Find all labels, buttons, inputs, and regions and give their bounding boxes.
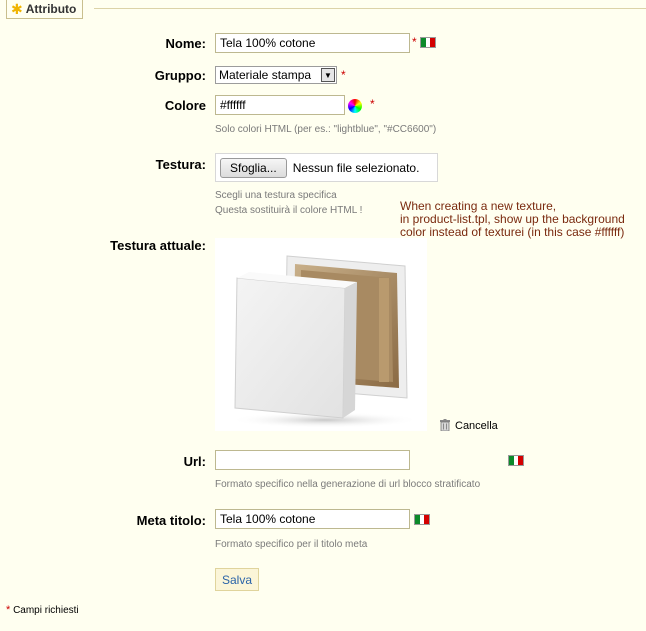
- italian-flag-icon[interactable]: [508, 455, 524, 466]
- annotation-line-3: color instead of texturei (in this case …: [400, 225, 625, 239]
- url-hint: Formato specifico nella generazione di u…: [215, 479, 481, 490]
- testura-hint-1: Scegli una testura specifica: [215, 190, 337, 201]
- italian-flag-icon[interactable]: [414, 514, 430, 525]
- testura-hint-2: Questa sostituirà il colore HTML !: [215, 205, 363, 216]
- nome-required-mark: *: [412, 35, 417, 49]
- required-fields-note: * Campi richiesti: [6, 604, 79, 616]
- section-legend: ✱ Attributo: [6, 0, 84, 19]
- meta-titolo-input[interactable]: [215, 509, 410, 529]
- texture-image: [215, 238, 427, 431]
- gruppo-selected-value: Materiale stampa: [219, 68, 312, 82]
- nome-label: Nome:: [165, 36, 206, 51]
- delete-texture-link[interactable]: Cancella: [455, 420, 498, 432]
- testura-label: Testura:: [155, 157, 206, 172]
- footnote-required-mark: *: [6, 604, 11, 616]
- meta-titolo-label: Meta titolo:: [136, 513, 206, 528]
- testura-file-input[interactable]: Sfoglia... Nessun file selezionato.: [215, 153, 438, 182]
- fieldset-border: [94, 8, 646, 9]
- url-label: Url:: [183, 454, 206, 469]
- colore-label: Colore: [164, 98, 206, 113]
- meta-titolo-hint: Formato specifico per il titolo meta: [215, 539, 368, 550]
- url-input[interactable]: [215, 450, 410, 470]
- chevron-down-icon[interactable]: ▼: [321, 68, 335, 82]
- trash-icon[interactable]: [440, 418, 450, 432]
- section-title: Attributo: [25, 2, 77, 16]
- color-picker-icon[interactable]: [348, 99, 362, 113]
- colore-hint: Solo colori HTML (per es.: "lightblue", …: [215, 124, 437, 135]
- gruppo-required-mark: *: [341, 68, 346, 82]
- italian-flag-icon[interactable]: [420, 37, 436, 48]
- gruppo-select[interactable]: Materiale stampa ▼: [215, 66, 337, 84]
- browse-button[interactable]: Sfoglia...: [220, 157, 287, 178]
- nome-input[interactable]: [215, 33, 410, 53]
- save-button[interactable]: Salva: [215, 568, 259, 591]
- testura-attuale-label: Testura attuale:: [110, 238, 206, 253]
- annotation-note: When creating a new texture, in product-…: [400, 200, 625, 239]
- gruppo-label: Gruppo:: [154, 68, 206, 83]
- file-status-text: Nessun file selezionato.: [292, 160, 420, 175]
- colore-required-mark: *: [370, 97, 375, 111]
- colore-input[interactable]: [215, 95, 345, 115]
- star-icon: ✱: [11, 0, 23, 17]
- footnote-text: Campi richiesti: [13, 605, 79, 616]
